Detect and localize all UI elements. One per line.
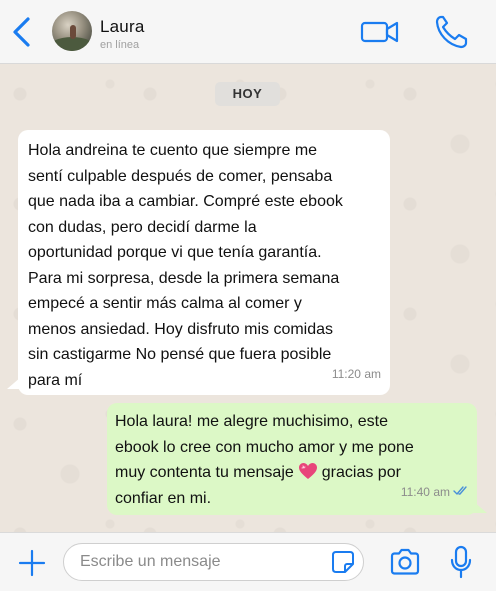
double-check-icon	[453, 485, 467, 495]
date-separator: HOY	[215, 82, 280, 106]
message-line: Hola laura! me alegre muchisimo, este	[115, 413, 389, 430]
message-line: que nada iba a cambiar. Compré este eboo…	[28, 193, 343, 210]
message-line: ebook lo cree con mucho amor y me pone	[115, 438, 414, 456]
outgoing-message-bubble[interactable]: Hola laura! me alegre muchisimo, este eb…	[107, 403, 477, 515]
contact-status: en línea	[100, 39, 140, 51]
message-time: 11:40 am	[400, 484, 450, 499]
chevron-left-icon[interactable]	[10, 16, 34, 48]
message-meta: 11:40 am	[401, 480, 469, 506]
chat-header: Laura en línea	[0, 0, 496, 64]
message-line: sin castigarme No pensé que fuera posibl…	[28, 346, 332, 363]
camera-icon[interactable]	[389, 547, 421, 577]
microphone-icon[interactable]	[449, 545, 473, 579]
message-text: gracias por	[321, 464, 401, 481]
message-line: con dudas, pero decidí darme la	[28, 218, 257, 236]
message-text: muy contenta tu mensaje	[115, 464, 294, 481]
contact-name[interactable]: Laura	[100, 17, 144, 37]
sticker-icon[interactable]	[331, 550, 355, 574]
plus-icon[interactable]	[18, 549, 46, 577]
avatar[interactable]	[52, 11, 92, 51]
message-line: para mí	[28, 371, 83, 389]
message-line: Hola andreina te cuento que siempre me	[28, 142, 318, 159]
message-line: empecé a sentir más calma al comer y	[28, 295, 302, 312]
sparkling-heart-icon	[298, 463, 317, 479]
chat-area[interactable]: HOY Hola andreina te cuento que siempre …	[0, 64, 496, 532]
video-camera-icon[interactable]	[360, 18, 400, 46]
message-input-bar	[0, 532, 496, 591]
message-line: Para mi sorpresa, desde la primera seman…	[28, 269, 340, 287]
message-line: oportunidad porque vi que tenía garantía…	[28, 244, 322, 261]
message-input[interactable]	[63, 543, 364, 581]
message-line: sentí culpable después de comer, pensaba	[28, 167, 333, 185]
phone-icon[interactable]	[434, 14, 468, 50]
incoming-message-bubble[interactable]: Hola andreina te cuento que siempre me s…	[18, 130, 390, 395]
message-line: menos ansiedad. Hoy disfruto mis comidas	[28, 320, 334, 338]
message-time: 11:20 am	[331, 366, 381, 381]
